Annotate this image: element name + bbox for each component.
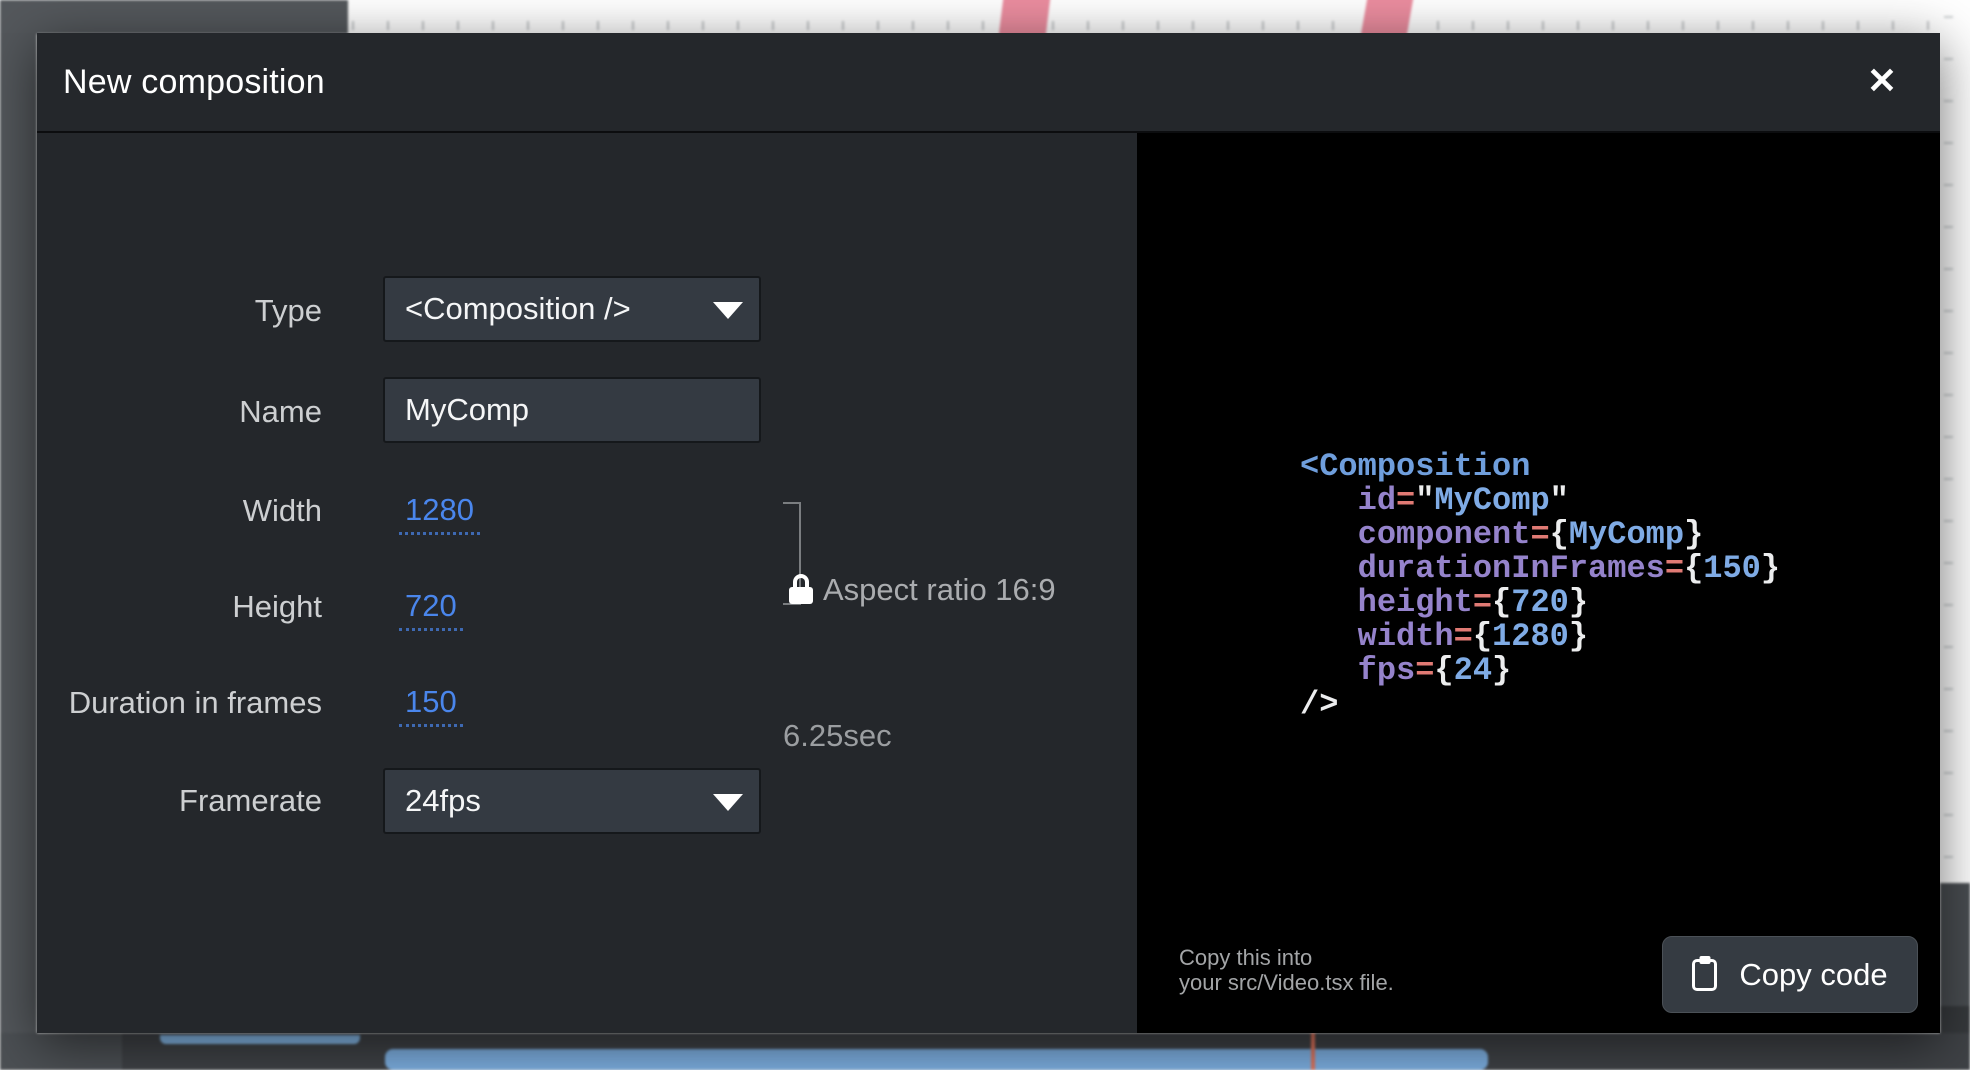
duration-seconds-label: 6.25sec [783,716,892,756]
dialog-header: New composition ✕ [37,33,1940,133]
dialog-title: New composition [63,33,325,131]
close-icon[interactable]: ✕ [1858,57,1906,105]
timeline-playhead [1311,1033,1315,1070]
duration-label: Duration in frames [37,683,322,723]
height-value[interactable]: 720 [399,587,463,631]
timeline-track-bar [385,1049,1488,1070]
composition-code-snippet: <Composition id="MyComp" component={MyCo… [1300,450,1780,722]
width-label: Width [37,491,322,531]
copy-hint-line2: your src/Video.tsx file. [1179,970,1394,995]
chevron-down-icon [713,794,743,811]
width-value[interactable]: 1280 [399,491,480,535]
clipboard-icon [1692,959,1717,991]
chevron-down-icon [713,302,743,319]
copy-code-button[interactable]: Copy code [1662,936,1918,1013]
background-right-panel [1940,883,1970,1006]
aspect-ratio-bracket-top [783,502,801,504]
type-select-value: <Composition /> [405,291,631,327]
preview-pink-shape-right [1360,0,1413,37]
height-label: Height [37,587,322,627]
preview-pink-shape-left [999,0,1051,37]
type-label: Type [37,291,322,331]
top-bar-background [0,0,348,34]
framerate-select[interactable]: 24fps [383,768,761,834]
ruler-right [1944,16,1953,876]
new-composition-dialog: New composition ✕ Type <Composition /> N… [37,33,1940,1033]
type-select[interactable]: <Composition /> [383,276,761,342]
code-preview-panel: <Composition id="MyComp" component={MyCo… [1137,133,1940,1033]
composition-form-panel: Type <Composition /> Name Width 1280 Hei… [37,133,1137,1033]
copy-code-button-label: Copy code [1739,957,1887,993]
lock-icon [789,574,813,604]
copy-hint-line1: Copy this into [1179,945,1394,970]
copy-hint-text: Copy this into your src/Video.tsx file. [1179,945,1394,995]
framerate-label: Framerate [37,781,322,821]
timeline-ruler-top [352,21,1940,30]
name-label: Name [37,392,322,432]
timeline-track-button [160,1035,360,1044]
framerate-select-value: 24fps [405,783,481,819]
aspect-ratio-label: Aspect ratio 16:9 [823,570,1056,610]
timeline-left-background [0,1033,122,1070]
name-input[interactable] [383,377,761,443]
left-sidebar-strip [0,33,37,1070]
duration-value[interactable]: 150 [399,683,463,727]
